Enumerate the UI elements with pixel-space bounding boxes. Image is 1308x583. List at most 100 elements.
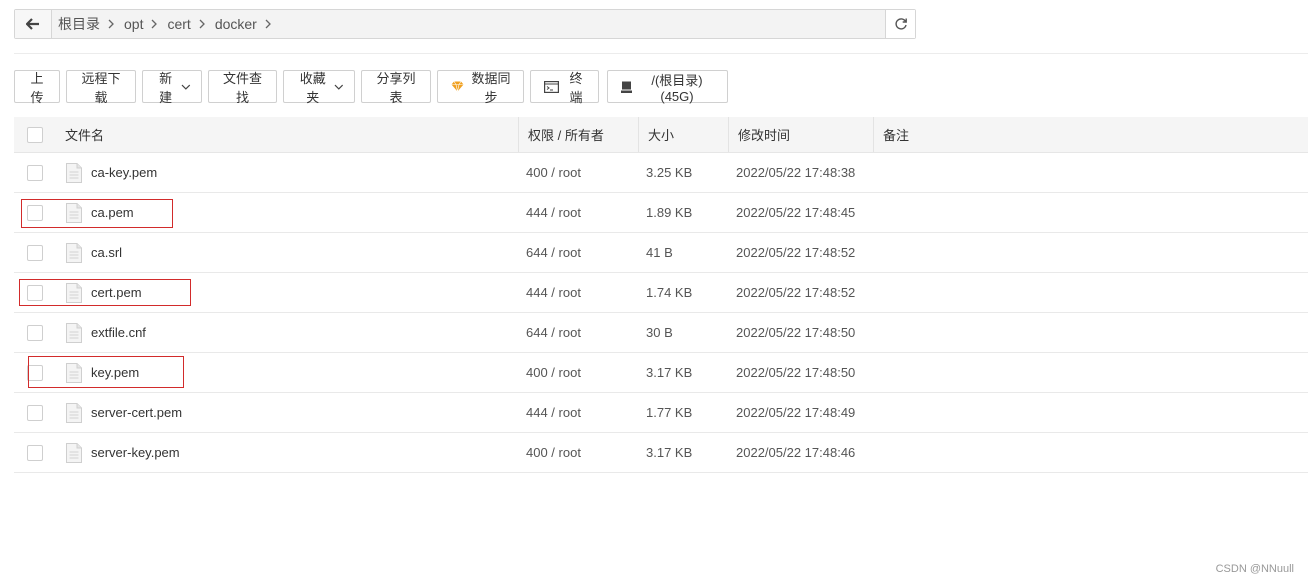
row-checkbox-cell (14, 444, 56, 461)
row-checkbox[interactable] (27, 244, 43, 261)
table-row[interactable]: ca-key.pem 400 / root 3.25 KB 2022/05/22… (14, 153, 1308, 193)
breadcrumb-item-cert[interactable]: cert (167, 16, 190, 32)
favorites-button-label: 收藏夹 (299, 70, 326, 105)
watermark: CSDN @NNuull (1215, 563, 1294, 575)
file-mtime: 2022/05/22 17:48:50 (736, 365, 856, 380)
table-row[interactable]: key.pem 400 / root 3.17 KB 2022/05/22 17… (14, 353, 1308, 393)
breadcrumb-item-docker[interactable]: docker (215, 16, 257, 32)
file-name[interactable]: key.pem (91, 365, 139, 380)
breadcrumb-item-root[interactable]: 根目录 (58, 14, 100, 34)
file-size: 30 B (646, 325, 673, 340)
file-icon (66, 242, 82, 263)
file-icon (66, 442, 82, 463)
file-size: 3.17 KB (646, 365, 693, 380)
favorites-button[interactable]: 收藏夹 (283, 70, 355, 105)
sync-button[interactable]: 数据同步 (437, 70, 524, 105)
disk-icon (618, 81, 632, 93)
header-perm[interactable]: 权限 / 所有者 (518, 117, 638, 152)
file-perm: 400 / root (526, 365, 581, 380)
refresh-icon (894, 18, 907, 30)
file-mtime: 2022/05/22 17:48:38 (736, 165, 856, 180)
file-note (873, 273, 1308, 312)
row-checkbox-cell (14, 244, 56, 261)
file-perm: 644 / root (526, 325, 581, 340)
header-name[interactable]: 文件名 (56, 117, 518, 152)
chevron-right-icon (199, 19, 205, 29)
chevron-right-icon (151, 19, 158, 29)
upload-button[interactable]: 上传 (14, 70, 60, 105)
file-note (873, 353, 1308, 392)
file-perm: 444 / root (526, 285, 581, 300)
file-name-cell[interactable]: ca-key.pem (56, 153, 518, 192)
back-button[interactable] (15, 10, 52, 38)
breadcrumb-label: docker (214, 16, 257, 32)
table-row[interactable]: extfile.cnf 644 / root 30 B 2022/05/22 1… (14, 313, 1308, 353)
row-checkbox[interactable] (27, 364, 43, 381)
table-row[interactable]: ca.srl 644 / root 41 B 2022/05/22 17:48:… (14, 233, 1308, 273)
file-name[interactable]: cert.pem (91, 285, 142, 300)
file-mtime: 2022/05/22 17:48:45 (736, 205, 856, 220)
find-file-button[interactable]: 文件查找 (208, 70, 277, 105)
file-size: 1.74 KB (646, 285, 693, 300)
file-mtime: 2022/05/22 17:48:49 (736, 405, 856, 420)
header-mtime[interactable]: 修改时间 (728, 117, 873, 152)
chevron-right-icon (265, 19, 271, 29)
file-name-cell[interactable]: ca.srl (56, 233, 518, 272)
chevron-down-icon (181, 84, 191, 90)
breadcrumb-label: opt (124, 16, 144, 32)
file-icon (66, 202, 82, 223)
terminal-button-label: 终端 (569, 70, 583, 105)
file-mtime: 2022/05/22 17:48:52 (736, 285, 856, 300)
toolbar: 上传 远程下载 新建 文件查找 收藏夹 分享列表 数据同步 终端 /(根目录) … (14, 70, 734, 105)
table-row[interactable]: ca.pem 444 / root 1.89 KB 2022/05/22 17:… (14, 193, 1308, 233)
terminal-button[interactable]: 终端 (530, 70, 599, 105)
file-name-cell[interactable]: server-cert.pem (56, 393, 518, 432)
file-name-cell[interactable]: server-key.pem (56, 433, 518, 472)
row-checkbox-cell (14, 164, 56, 181)
diamond-icon (448, 81, 464, 92)
file-note (873, 313, 1308, 352)
file-table-header: 文件名 权限 / 所有者 大小 修改时间 备注 (14, 117, 1308, 153)
file-name-cell[interactable]: extfile.cnf (56, 313, 518, 352)
chevron-down-icon (334, 84, 344, 90)
file-name-cell[interactable]: cert.pem (56, 273, 518, 312)
new-button[interactable]: 新建 (142, 70, 202, 105)
table-row[interactable]: server-key.pem 400 / root 3.17 KB 2022/0… (14, 433, 1308, 473)
row-checkbox[interactable] (27, 404, 43, 421)
breadcrumb: 根目录 opt cert docker (52, 10, 885, 38)
share-list-button[interactable]: 分享列表 (361, 70, 431, 105)
row-checkbox[interactable] (27, 204, 43, 221)
header-size[interactable]: 大小 (638, 117, 728, 152)
select-all-checkbox[interactable] (27, 126, 43, 143)
file-name-cell[interactable]: key.pem (56, 353, 518, 392)
row-checkbox-cell (14, 364, 56, 381)
file-size: 41 B (646, 245, 673, 260)
row-checkbox[interactable] (27, 444, 43, 461)
row-checkbox-cell (14, 284, 56, 301)
breadcrumb-item-opt[interactable]: opt (124, 16, 143, 32)
divider (14, 53, 1308, 54)
breadcrumb-label: 根目录 (58, 16, 100, 32)
file-icon (66, 322, 82, 343)
file-name[interactable]: ca.pem (91, 205, 134, 220)
file-name[interactable]: ca-key.pem (91, 165, 157, 180)
row-checkbox[interactable] (27, 164, 43, 181)
select-all-cell (14, 126, 56, 143)
file-icon (66, 362, 82, 383)
table-row[interactable]: server-cert.pem 444 / root 1.77 KB 2022/… (14, 393, 1308, 433)
disk-button-label: /(根目录) (45G) (651, 72, 703, 104)
file-note (873, 393, 1308, 432)
file-name-cell[interactable]: ca.pem (56, 193, 518, 232)
refresh-button[interactable] (885, 10, 915, 38)
file-name[interactable]: extfile.cnf (91, 325, 146, 340)
file-name[interactable]: ca.srl (91, 245, 122, 260)
remote-download-button[interactable]: 远程下载 (66, 70, 136, 105)
row-checkbox[interactable] (27, 324, 43, 341)
file-name[interactable]: server-key.pem (91, 445, 180, 460)
file-name[interactable]: server-cert.pem (91, 405, 182, 420)
row-checkbox[interactable] (27, 284, 43, 301)
row-checkbox-cell (14, 204, 56, 221)
file-note (873, 153, 1308, 192)
disk-button[interactable]: /(根目录) (45G) (607, 70, 728, 104)
table-row[interactable]: cert.pem 444 / root 1.74 KB 2022/05/22 1… (14, 273, 1308, 313)
